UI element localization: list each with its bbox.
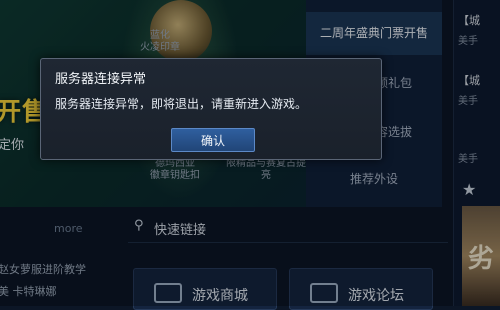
error-dialog: 服务器连接异常 服务器连接异常，即将退出，请重新进入游戏。 确认 xyxy=(40,58,382,160)
dialog-title: 服务器连接异常 xyxy=(55,72,147,87)
confirm-button[interactable]: 确认 xyxy=(171,128,255,152)
dialog-message: 服务器连接异常，即将退出，请重新进入游戏。 xyxy=(55,97,308,111)
